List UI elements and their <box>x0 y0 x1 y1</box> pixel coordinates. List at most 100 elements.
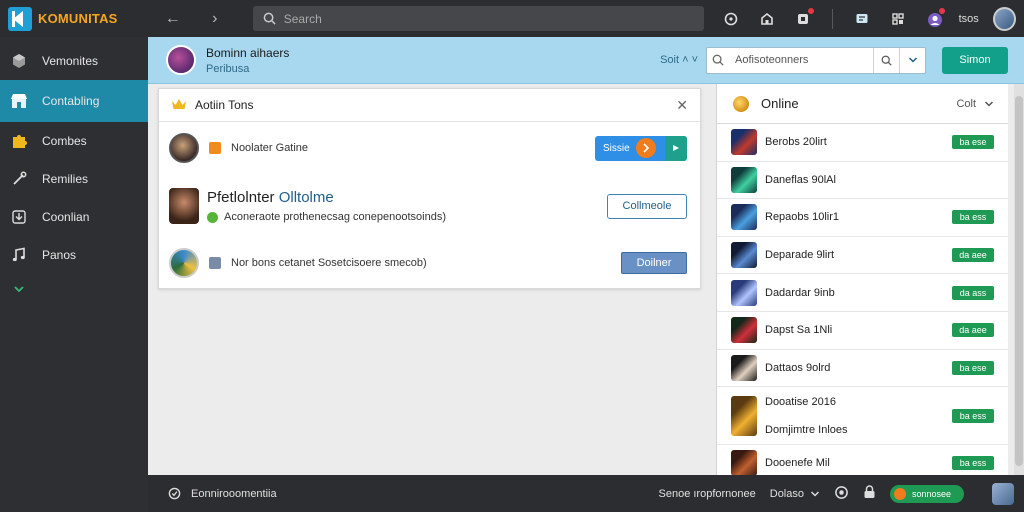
coin-icon <box>733 95 749 112</box>
activity-row: Pfetlolnter Olltolme Aconeraote prothene… <box>159 174 700 238</box>
header-search[interactable] <box>706 46 926 74</box>
primary-action-button[interactable]: Simon <box>942 46 1008 74</box>
chevron-down-icon <box>10 280 28 298</box>
game-thumbnail <box>731 354 757 381</box>
chat-icon[interactable] <box>855 12 869 26</box>
online-panel: Online Colt Berobs 20lirt ba ese Daneflas … <box>716 84 1008 483</box>
game-thumbnail <box>731 242 757 269</box>
status-text: Eonnirooomentiia <box>191 487 277 500</box>
row-subtitle-text: Aconeraote prothenecsag conepenootsoinds… <box>224 211 446 223</box>
avatar[interactable] <box>169 188 199 224</box>
game-thumbnail <box>731 395 757 436</box>
sidebar-item-label: Remilies <box>42 172 89 186</box>
back-icon[interactable]: ← <box>165 10 181 28</box>
sidebar-item-3[interactable]: Remilies <box>0 160 148 198</box>
activity-row: Noolater Gatine Sissie <box>159 122 700 174</box>
status-pill-label: sonnosee <box>912 488 952 499</box>
bottom-status: Eonnirooomentiia <box>168 487 277 500</box>
lock-icon[interactable] <box>863 485 876 502</box>
help-icon[interactable] <box>724 12 738 26</box>
footer-avatar[interactable] <box>992 482 1014 505</box>
online-list-item[interactable]: Daneflas 90lAl <box>717 162 1008 200</box>
online-list-item[interactable]: Dapst Sa 1Nli da aee <box>717 312 1008 350</box>
sidebar-item-2[interactable]: Combes <box>0 122 148 160</box>
sidebar-item-label: Combes <box>42 134 87 148</box>
sidebar-item-0[interactable]: Vemonites <box>0 42 148 80</box>
scroll-thumb[interactable] <box>1015 96 1023 466</box>
global-search-input[interactable] <box>283 11 684 26</box>
outline-action-button[interactable]: Collmeole <box>607 193 687 219</box>
online-panel-title: Online <box>761 96 799 111</box>
online-list-item[interactable]: Repaobs 10lir1 ba ess <box>717 199 1008 237</box>
row-subtitle: Aconeraote prothenecsag conepenootsoinds… <box>207 211 446 223</box>
game-thumbnail <box>731 450 757 477</box>
chevron-down-icon <box>908 57 917 63</box>
online-list-item[interactable]: Dooatise 2016 Domjimtre Inloes ba ess <box>717 387 1008 446</box>
profile-status-icon[interactable] <box>927 6 946 27</box>
card-header: Aotiin Tons ✕ <box>159 89 700 122</box>
status-badge: da ass <box>952 285 994 300</box>
online-item-label-secondary: Domjimtre Inloes <box>765 423 848 436</box>
crown-icon <box>171 97 187 114</box>
status-pill[interactable]: sonnosee <box>890 484 964 503</box>
sidebar-item-label: Panos <box>42 248 77 262</box>
online-sort-label: Colt <box>956 97 976 110</box>
chevron-down-icon <box>984 100 994 107</box>
game-thumbnail <box>731 166 757 193</box>
slate-action-button[interactable]: Doilner <box>621 252 687 274</box>
header-search-input[interactable] <box>729 54 873 66</box>
online-item-label: Deparade 9lirt <box>765 249 835 262</box>
app-logo[interactable]: KOMUNITAS <box>0 6 143 31</box>
sidebar-item-label: Vemonites <box>42 54 99 68</box>
game-thumbnail <box>731 279 757 306</box>
game-thumbnail <box>731 317 757 344</box>
status-square-icon <box>209 257 221 269</box>
profile-badge <box>937 6 946 15</box>
row-title-highlight: Olltolme <box>278 189 334 206</box>
join-button[interactable]: Sissie <box>595 135 687 161</box>
user-avatar[interactable] <box>992 6 1016 31</box>
user-name[interactable]: tsos <box>959 13 979 25</box>
bottom-info-text: Senoe ıropfornonee <box>658 487 756 500</box>
scrollbar[interactable] <box>1014 84 1024 475</box>
online-item-label: Dadardar 9inb <box>765 286 835 299</box>
header-titles: Bominn aihaers Peribusa <box>206 46 289 75</box>
avatar[interactable] <box>169 248 199 278</box>
store-icon[interactable] <box>760 12 774 26</box>
online-list-item[interactable]: Dattaos 9olrd ba ese <box>717 350 1008 388</box>
online-sort[interactable]: Colt <box>956 98 994 110</box>
online-item-label: Berobs 20lirt <box>765 136 827 149</box>
grid-icon[interactable] <box>891 12 905 26</box>
notification-icon[interactable] <box>796 6 815 26</box>
search-submit[interactable] <box>873 47 899 73</box>
online-list-item[interactable]: Berobs 20lirt ba ese <box>717 124 1008 162</box>
page-header: Bominn aihaers Peribusa Soit ˄ ˅ Simon <box>148 37 1024 84</box>
online-item-label: Repaobs 10lir1 <box>765 211 839 224</box>
settings-icon[interactable] <box>834 485 849 503</box>
game-thumbnail <box>731 129 757 156</box>
avatar[interactable] <box>169 133 199 163</box>
close-icon[interactable]: ✕ <box>676 97 688 114</box>
online-list-item[interactable]: Dadardar 9inb da ass <box>717 274 1008 312</box>
orb-icon <box>635 138 656 158</box>
sidebar-item-label: Coonlian <box>42 210 90 224</box>
sort-toggle[interactable]: Soit ˄ ˅ <box>660 54 698 66</box>
sidebar-expand[interactable] <box>0 274 148 304</box>
sidebar-item-5[interactable]: Panos <box>0 236 148 274</box>
community-avatar[interactable] <box>166 45 196 75</box>
sidebar-item-1[interactable]: Contabling <box>0 80 148 122</box>
card-title: Aotiin Tons <box>195 98 254 112</box>
global-search[interactable] <box>252 6 704 31</box>
online-list-item[interactable]: Deparade 9lirt da aee <box>717 237 1008 275</box>
search-options[interactable] <box>899 47 925 73</box>
online-status-icon <box>207 211 218 223</box>
status-badge: ba ese <box>952 360 994 375</box>
forward-icon[interactable]: › <box>207 10 223 28</box>
online-item-label: Dattaos 9olrd <box>765 361 831 374</box>
online-item-label: Dooenefe Mil <box>765 457 830 470</box>
row-title-prefix: Pfetlolnter <box>207 189 279 206</box>
sidebar-item-4[interactable]: Coonlian <box>0 198 148 236</box>
page-subtitle: Peribusa <box>206 62 250 75</box>
row-title: Pfetlolnter Olltolme <box>207 189 446 206</box>
bottom-count-dropdown[interactable]: Dolaso <box>770 488 820 500</box>
